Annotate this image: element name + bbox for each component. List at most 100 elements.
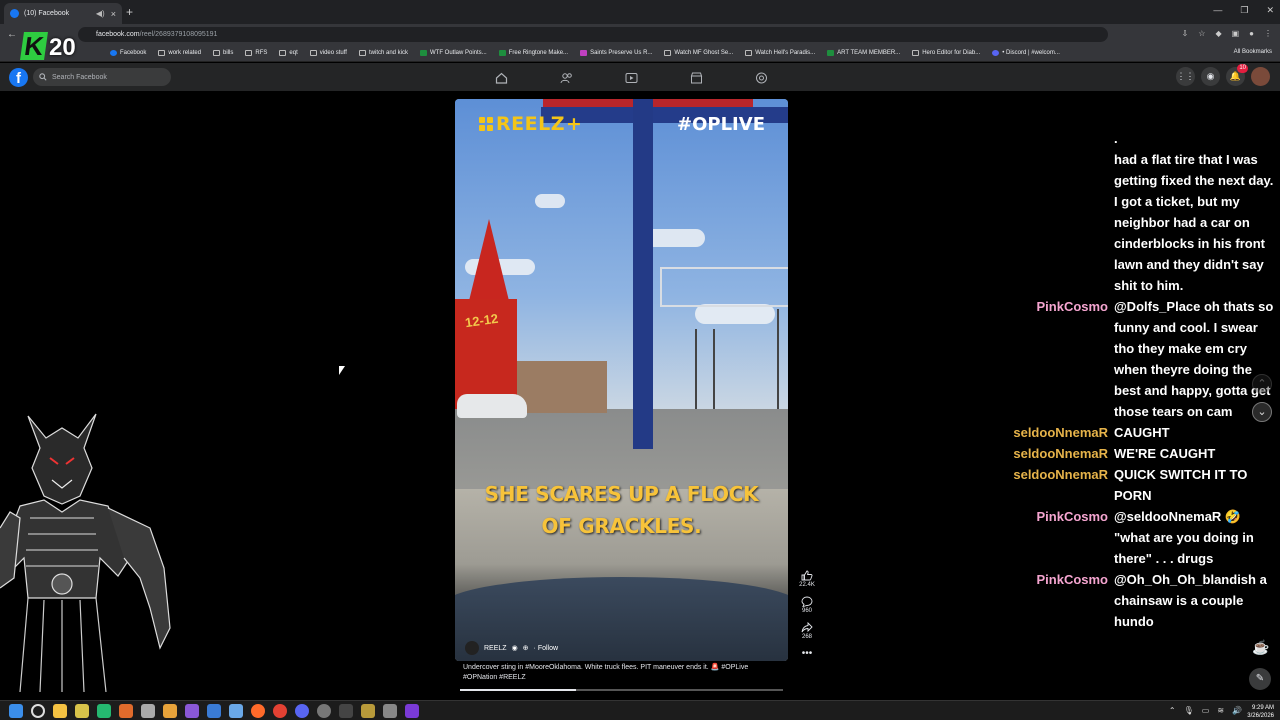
- app-icon[interactable]: [97, 704, 111, 718]
- all-bookmarks[interactable]: All Bookmarks: [1234, 49, 1272, 55]
- author-name[interactable]: REELZ: [484, 645, 507, 652]
- notes-app-icon[interactable]: [75, 704, 89, 718]
- close-tab-icon[interactable]: ×: [111, 9, 116, 19]
- marketplace-icon[interactable]: [690, 71, 703, 84]
- app-icon[interactable]: [317, 704, 331, 718]
- chevron-up-icon[interactable]: ⌃: [1169, 706, 1176, 715]
- bookmark-item[interactable]: Saints Preserve Us R...: [580, 50, 652, 56]
- chat-username: seldooNnemaR: [1013, 446, 1108, 461]
- follow-button[interactable]: · Follow: [534, 645, 559, 652]
- cloud: [535, 194, 565, 208]
- discord-icon[interactable]: [295, 704, 309, 718]
- file-explorer-icon[interactable]: [53, 704, 67, 718]
- install-icon[interactable]: ⇩: [1182, 29, 1189, 38]
- overlay-number: 20: [49, 34, 76, 61]
- bookmarks-bar: Facebook work related bills RFS eqt vide…: [0, 45, 1280, 62]
- app-icon[interactable]: [361, 704, 375, 718]
- app-icon[interactable]: [163, 704, 177, 718]
- menu-grid-icon[interactable]: ⋮⋮: [1176, 67, 1195, 86]
- main-nav: [495, 71, 768, 84]
- home-icon[interactable]: [495, 71, 508, 84]
- coffee-cup-icon: ☕: [1252, 639, 1270, 655]
- microphone-icon[interactable]: 🎙: [1184, 706, 1194, 715]
- app-icon[interactable]: [185, 704, 199, 718]
- bookmark-item[interactable]: Watch Hell's Paradis...: [745, 50, 815, 56]
- app-icon[interactable]: [119, 704, 133, 718]
- chat-text: @seldooNnemaR 🤣 "what are you doing in t…: [1114, 509, 1254, 566]
- app-icon[interactable]: [405, 704, 419, 718]
- search-icon[interactable]: [31, 704, 45, 718]
- share-button[interactable]: 268: [796, 622, 818, 640]
- profile-icon[interactable]: ●: [1249, 29, 1254, 38]
- menu-icon[interactable]: ⋮: [1264, 29, 1272, 38]
- firefox-icon[interactable]: [251, 704, 265, 718]
- store-sign: 12-12: [464, 310, 500, 331]
- speaker-icon[interactable]: ◀): [96, 9, 105, 18]
- avatar[interactable]: [1251, 67, 1270, 86]
- wifi-icon[interactable]: ≋: [1217, 706, 1224, 715]
- app-icon[interactable]: [339, 704, 353, 718]
- bookmark-item[interactable]: Free Ringtone Make...: [498, 50, 568, 56]
- settings-icon[interactable]: [383, 704, 397, 718]
- app-icon[interactable]: [141, 704, 155, 718]
- taskbar-clock[interactable]: 9:29 AM 3/26/2026: [1247, 704, 1274, 720]
- folder-icon: [309, 50, 317, 56]
- new-tab-button[interactable]: +: [126, 5, 133, 19]
- bookmark-item[interactable]: video stuff: [309, 50, 347, 56]
- facebook-header: f Search Facebook ⋮⋮ ◉ 🔔 10: [0, 63, 1280, 91]
- live-chat: . had a flat tire that I was getting fixe…: [1000, 128, 1280, 632]
- windows-start-icon[interactable]: [9, 704, 23, 718]
- more-options-icon[interactable]: •••: [796, 648, 818, 659]
- browser-tabstrip: (10) Facebook ◀) × + — ❐ ✕: [0, 0, 1280, 24]
- minimize-icon[interactable]: —: [1213, 5, 1222, 16]
- reel-video[interactable]: 12-12 REELZ + #OPLIVE SHE SCARES UP A FLO…: [455, 99, 788, 661]
- bookmark-item[interactable]: Watch MF Ghost Se...: [664, 50, 733, 56]
- chevron-up-icon[interactable]: ⌃: [1252, 374, 1272, 394]
- share-icon: [801, 622, 813, 633]
- extension-icon[interactable]: ◆: [1215, 29, 1221, 38]
- bookmark-item[interactable]: twitch and kick: [358, 50, 408, 56]
- bookmark-item[interactable]: Hero Editor for Diab...: [912, 50, 980, 56]
- comment-button[interactable]: 960: [796, 596, 818, 614]
- stream-overlay-badge: K 20: [20, 31, 76, 62]
- bookmark-item[interactable]: eqt: [279, 50, 298, 56]
- notification-badge: 10: [1237, 64, 1248, 73]
- gaming-icon[interactable]: [755, 71, 768, 84]
- messenger-icon[interactable]: ◉: [1201, 67, 1220, 86]
- volume-icon[interactable]: 🔊: [1232, 706, 1242, 715]
- reelz-wordmark: REELZ: [496, 113, 565, 135]
- bookmark-item[interactable]: RFS: [245, 50, 267, 56]
- puzzle-icon[interactable]: ▣: [1232, 29, 1240, 38]
- address-bar[interactable]: facebook.com/reel/2689379108095191: [78, 27, 1108, 42]
- compose-icon[interactable]: ✎: [1249, 668, 1271, 690]
- star-icon[interactable]: ☆: [1198, 29, 1205, 38]
- close-window-icon[interactable]: ✕: [1266, 5, 1274, 16]
- site-icon: [664, 50, 672, 56]
- bookmark-item[interactable]: bills: [213, 50, 233, 56]
- maximize-icon[interactable]: ❐: [1240, 5, 1248, 16]
- bookmark-item[interactable]: ART TEAM MEMBER...: [827, 50, 900, 56]
- video-progress-bar[interactable]: [460, 689, 783, 691]
- browser-tab-facebook[interactable]: (10) Facebook ◀) ×: [4, 3, 122, 24]
- back-icon[interactable]: ←: [7, 29, 17, 40]
- reel-description: Undercover sting in #MooreOklahoma. Whit…: [463, 664, 749, 681]
- video-icon[interactable]: [625, 71, 638, 83]
- bookmark-item[interactable]: work related: [158, 50, 201, 56]
- app-icon[interactable]: [207, 704, 221, 718]
- bookmark-item[interactable]: Facebook: [110, 50, 146, 56]
- bookmark-item[interactable]: WTF Outlaw Points...: [420, 50, 487, 56]
- display-icon[interactable]: ▭: [1202, 706, 1210, 715]
- search-input[interactable]: Search Facebook: [33, 68, 171, 86]
- facebook-logo-icon[interactable]: f: [9, 68, 28, 87]
- bookmark-item[interactable]: • Discord | #welcom...: [992, 50, 1060, 56]
- chevron-down-icon[interactable]: ⌄: [1252, 402, 1272, 422]
- friends-icon[interactable]: [560, 71, 573, 84]
- like-button[interactable]: 22.4K: [796, 570, 818, 588]
- folder-icon: [358, 50, 366, 56]
- author-avatar[interactable]: [465, 641, 479, 655]
- app-icon[interactable]: [229, 704, 243, 718]
- chat-text: had a flat tire that I was getting fixed…: [1114, 152, 1274, 293]
- chrome-icon[interactable]: [273, 704, 287, 718]
- notifications-bell-icon[interactable]: 🔔 10: [1226, 64, 1248, 86]
- search-placeholder: Search Facebook: [52, 73, 107, 81]
